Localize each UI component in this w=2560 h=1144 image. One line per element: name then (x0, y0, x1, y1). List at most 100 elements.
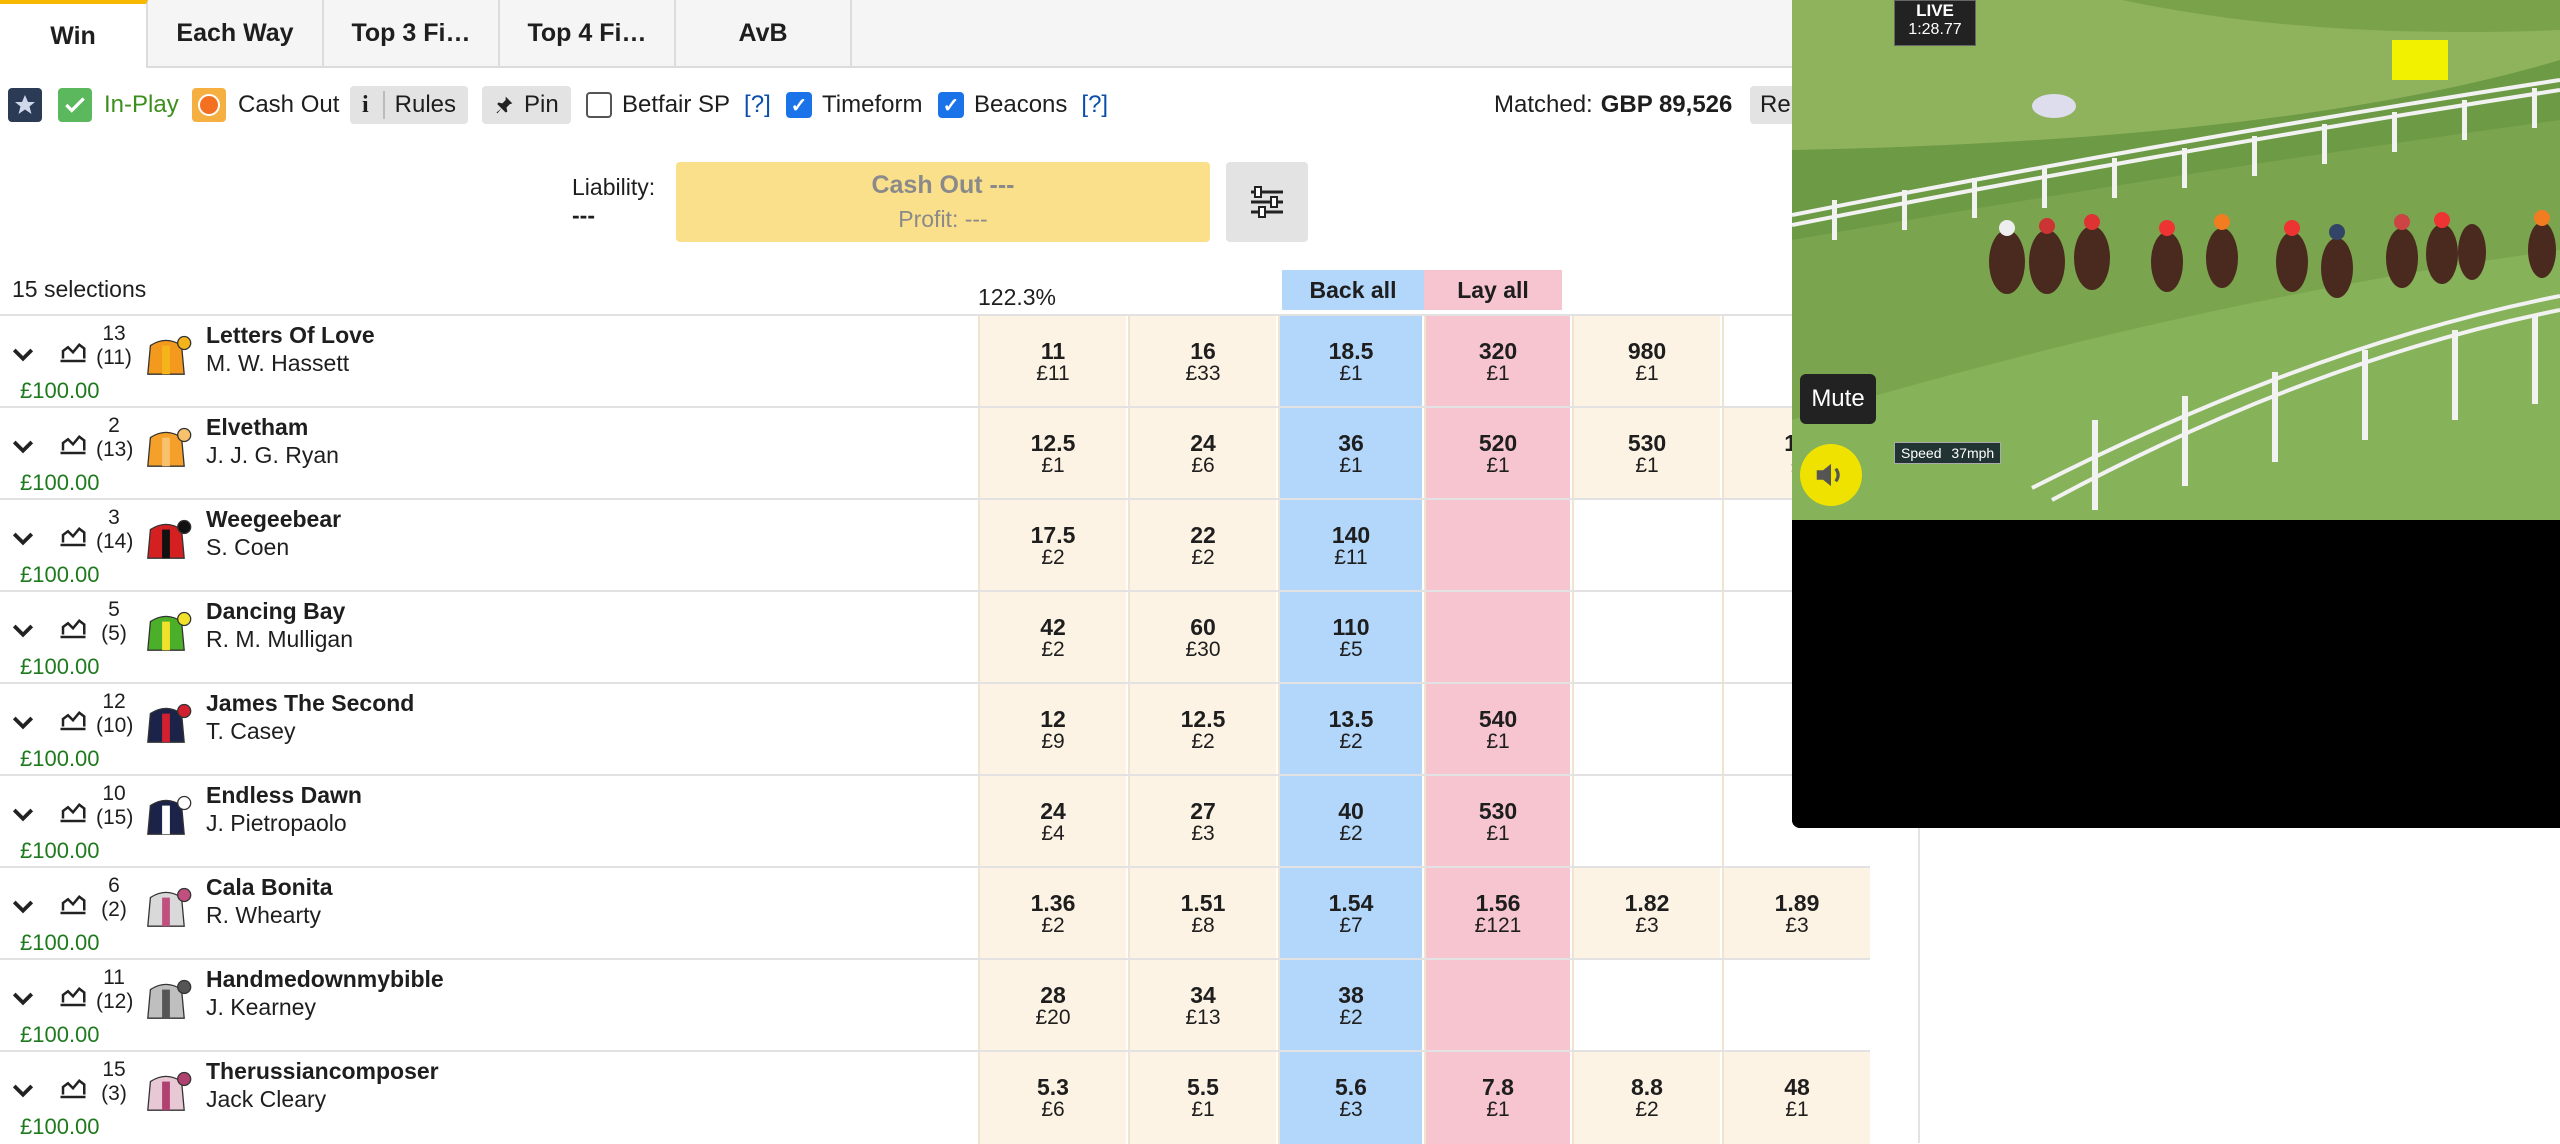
beacons-checkbox[interactable]: ✓ (938, 92, 964, 118)
best-back-price-cell[interactable]: 38 £2 (1278, 960, 1422, 1052)
back-price-cell[interactable]: 60 £30 (1128, 592, 1276, 684)
chevron-down-icon[interactable] (8, 984, 38, 1014)
best-back-price-cell[interactable]: 13.5 £2 (1278, 684, 1422, 776)
chevron-down-icon[interactable] (8, 340, 38, 370)
graph-icon[interactable] (56, 428, 90, 458)
tab-win[interactable]: Win (0, 0, 148, 68)
available-amount: £3 (1339, 1098, 1363, 1121)
lay-price-cell[interactable]: 1.89 £3 (1722, 868, 1870, 960)
runner-name[interactable]: Therussiancomposer (206, 1058, 439, 1085)
best-back-price-cell[interactable]: 5.6 £3 (1278, 1052, 1422, 1144)
best-back-price-cell[interactable]: 40 £2 (1278, 776, 1422, 868)
lay-price-cell[interactable]: 980 £1 (1572, 316, 1720, 408)
beacons-help-link[interactable]: [?] (1081, 91, 1108, 119)
rules-button[interactable]: i Rules (350, 80, 469, 130)
back-price-cell[interactable]: 16 £33 (1128, 316, 1276, 408)
lay-price-cell[interactable] (1572, 960, 1720, 1052)
betfair-sp-toggle[interactable]: Betfair SP [?] (586, 80, 771, 130)
best-lay-price-cell[interactable] (1424, 500, 1570, 592)
back-price-cell[interactable]: 5.5 £1 (1128, 1052, 1276, 1144)
tab-top-4-finish[interactable]: Top 4 Fi… (500, 0, 676, 66)
cashout-button[interactable]: Cash Out --- Profit: --- (676, 162, 1210, 242)
best-lay-price-cell[interactable]: 320 £1 (1424, 316, 1570, 408)
graph-icon[interactable] (56, 980, 90, 1010)
runner-number: 6 (108, 874, 120, 897)
best-back-price-cell[interactable]: 36 £1 (1278, 408, 1422, 500)
back-price-cell[interactable]: 17.5 £2 (978, 500, 1126, 592)
best-lay-price-cell[interactable]: 540 £1 (1424, 684, 1570, 776)
cashout-settings-button[interactable] (1226, 162, 1308, 242)
tab-avb[interactable]: AvB (676, 0, 852, 66)
best-lay-price-cell[interactable]: 520 £1 (1424, 408, 1570, 500)
back-all-button[interactable]: Back all (1282, 270, 1424, 310)
pin-button[interactable]: Pin (482, 80, 571, 130)
back-price-cell[interactable]: 1.36 £2 (978, 868, 1126, 960)
lay-price-cell[interactable]: 8.8 £2 (1572, 1052, 1720, 1144)
best-back-price-cell[interactable]: 140 £11 (1278, 500, 1422, 592)
runner-name[interactable]: Weegeebear (206, 506, 341, 533)
graph-icon[interactable] (56, 1072, 90, 1102)
best-lay-price-cell[interactable]: 7.8 £1 (1424, 1052, 1570, 1144)
graph-icon[interactable] (56, 336, 90, 366)
runner-name[interactable]: Endless Dawn (206, 782, 362, 809)
back-price-cell[interactable]: 24 £4 (978, 776, 1126, 868)
back-price-cell[interactable]: 1.51 £8 (1128, 868, 1276, 960)
timeform-checkbox[interactable]: ✓ (786, 92, 812, 118)
back-price-cell[interactable]: 34 £13 (1128, 960, 1276, 1052)
best-back-price-cell[interactable]: 18.5 £1 (1278, 316, 1422, 408)
best-lay-price-cell[interactable] (1424, 592, 1570, 684)
back-price-cell[interactable]: 27 £3 (1128, 776, 1276, 868)
chevron-down-icon[interactable] (8, 708, 38, 738)
runner-name[interactable]: Cala Bonita (206, 874, 333, 901)
back-price-cell[interactable]: 42 £2 (978, 592, 1126, 684)
best-lay-price-cell[interactable]: 1.56 £121 (1424, 868, 1570, 960)
back-price-cell[interactable]: 12.5 £2 (1128, 684, 1276, 776)
beacons-toggle[interactable]: ✓ Beacons [?] (938, 80, 1108, 130)
runner-name[interactable]: Handmedownmybible (206, 966, 444, 993)
back-price-cell[interactable]: 12.5 £1 (978, 408, 1126, 500)
best-lay-price-cell[interactable] (1424, 960, 1570, 1052)
back-price-cell[interactable]: 28 £20 (978, 960, 1126, 1052)
runner-name[interactable]: Dancing Bay (206, 598, 345, 625)
lay-price-cell[interactable] (1572, 776, 1720, 868)
lay-price-cell[interactable] (1722, 960, 1870, 1052)
chevron-down-icon[interactable] (8, 800, 38, 830)
graph-icon[interactable] (56, 796, 90, 826)
tab-each-way[interactable]: Each Way (148, 0, 324, 66)
lay-price-cell[interactable]: 1.82 £3 (1572, 868, 1720, 960)
chevron-down-icon[interactable] (8, 432, 38, 462)
chevron-down-icon[interactable] (8, 892, 38, 922)
live-video-player[interactable]: LIVE 1:28.77 (1792, 0, 2560, 828)
best-back-price-cell[interactable]: 1.54 £7 (1278, 868, 1422, 960)
back-price-cell[interactable]: 12 £9 (978, 684, 1126, 776)
runner-name[interactable]: James The Second (206, 690, 414, 717)
betfair-sp-checkbox[interactable] (586, 92, 612, 118)
runner-name[interactable]: Elvetham (206, 414, 308, 441)
graph-icon[interactable] (56, 520, 90, 550)
back-price-cell[interactable]: 22 £2 (1128, 500, 1276, 592)
favourite-button[interactable] (8, 80, 42, 130)
best-back-price-cell[interactable]: 110 £5 (1278, 592, 1422, 684)
lay-price-cell[interactable] (1572, 684, 1720, 776)
jockey-silk-icon (147, 795, 192, 835)
chevron-down-icon[interactable] (8, 524, 38, 554)
lay-price-cell[interactable]: 530 £1 (1572, 408, 1720, 500)
timeform-toggle[interactable]: ✓ Timeform (786, 80, 922, 130)
graph-icon[interactable] (56, 612, 90, 642)
chevron-down-icon[interactable] (8, 1076, 38, 1106)
betfair-sp-help-link[interactable]: [?] (744, 91, 771, 119)
back-price-cell[interactable]: 5.3 £6 (978, 1052, 1126, 1144)
graph-icon[interactable] (56, 888, 90, 918)
mute-button[interactable] (1800, 444, 1862, 506)
graph-icon[interactable] (56, 704, 90, 734)
lay-price-cell[interactable] (1572, 592, 1720, 684)
runner-name[interactable]: Letters Of Love (206, 322, 375, 349)
tab-top-3-finish[interactable]: Top 3 Fi… (324, 0, 500, 66)
lay-price-cell[interactable] (1572, 500, 1720, 592)
chevron-down-icon[interactable] (8, 616, 38, 646)
best-lay-price-cell[interactable]: 530 £1 (1424, 776, 1570, 868)
lay-price-cell[interactable]: 48 £1 (1722, 1052, 1870, 1144)
back-price-cell[interactable]: 24 £6 (1128, 408, 1276, 500)
back-price-cell[interactable]: 11 £11 (978, 316, 1126, 408)
lay-all-button[interactable]: Lay all (1424, 270, 1562, 310)
